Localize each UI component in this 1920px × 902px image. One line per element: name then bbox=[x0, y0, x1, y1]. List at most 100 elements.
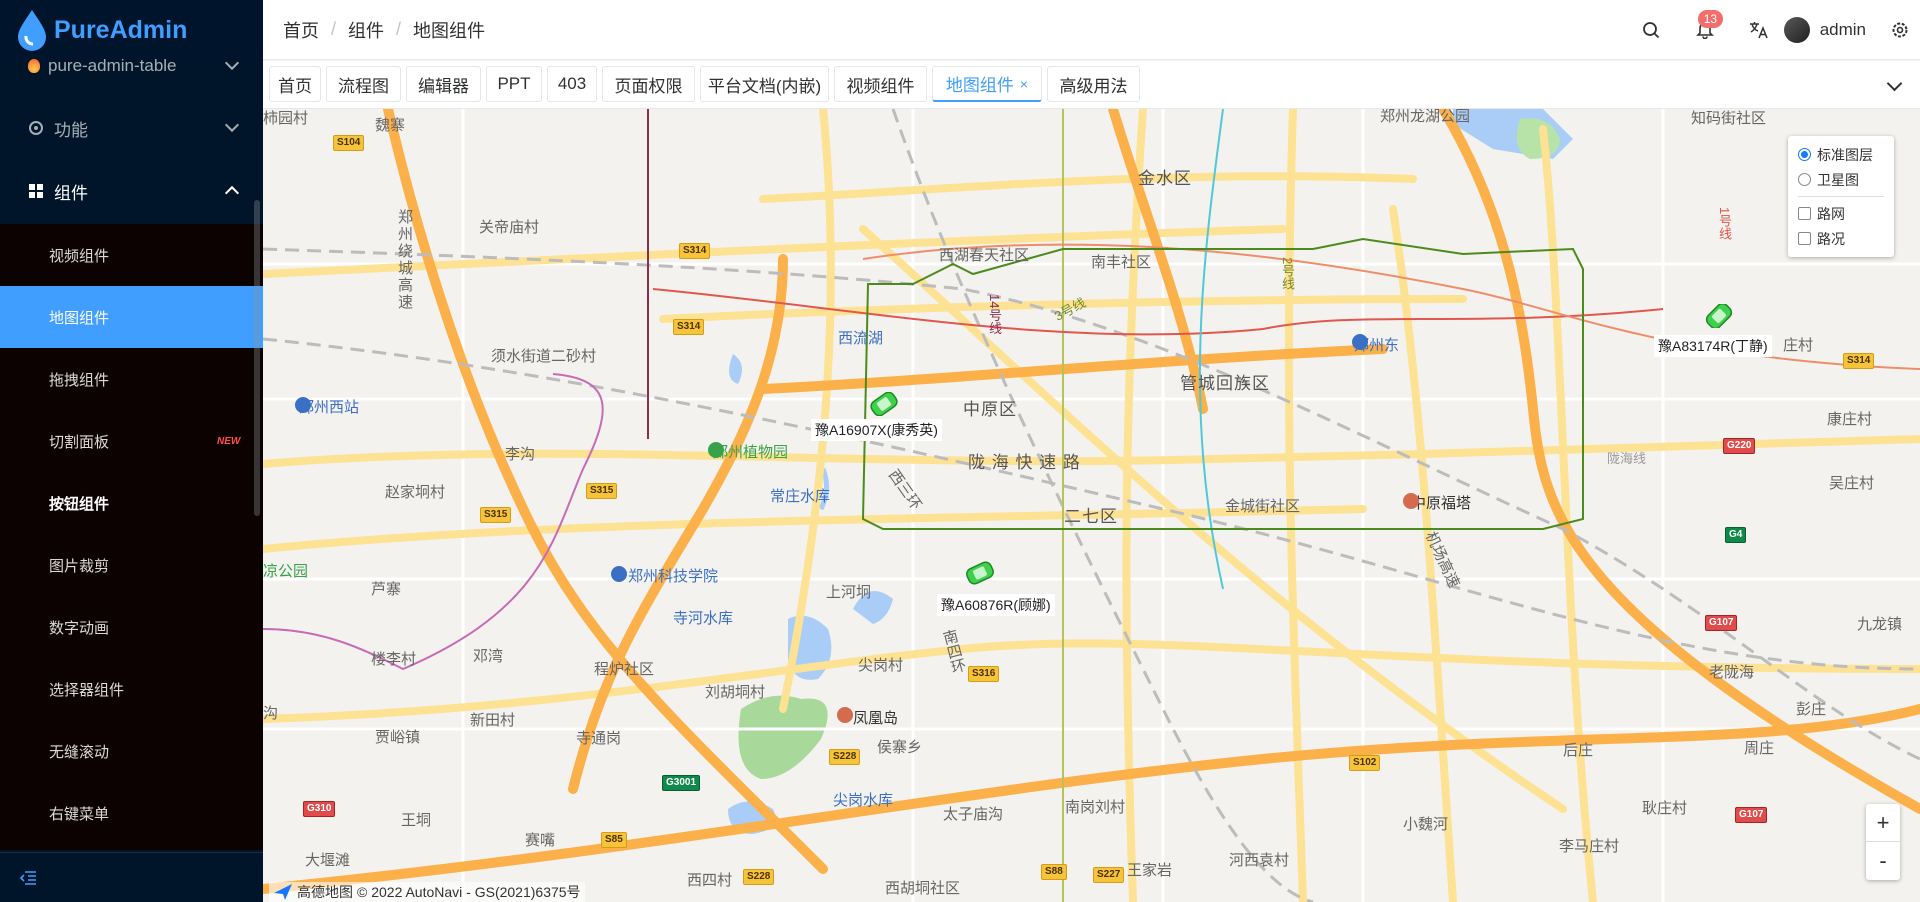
map-label: 尖岗村 bbox=[858, 657, 904, 674]
sidebar-item-label: 无缝滚动 bbox=[49, 743, 110, 761]
tab-label: 平台文档(内嵌) bbox=[707, 76, 822, 96]
map-label: 楼李村 bbox=[371, 651, 417, 668]
tab-ppt[interactable]: PPT bbox=[486, 66, 542, 102]
tab-permission[interactable]: 页面权限 bbox=[602, 66, 695, 102]
sidebar-item-count-to[interactable]: 数字动画 bbox=[0, 596, 263, 658]
sidebar-item-button[interactable]: 按钮组件 bbox=[0, 472, 263, 534]
layer-roadnet-checkbox[interactable]: 路网 bbox=[1798, 201, 1884, 226]
sidebar-item-cropper[interactable]: 图片裁剪 bbox=[0, 534, 263, 596]
map-label: 金水区 bbox=[1138, 169, 1192, 188]
sidebar-item-video[interactable]: 视频组件 bbox=[0, 224, 263, 286]
tab-advanced[interactable]: 高级用法 bbox=[1047, 66, 1140, 102]
map-label: 康庄村 bbox=[1827, 411, 1873, 428]
collapse-sidebar-button[interactable] bbox=[0, 852, 263, 902]
tab-403[interactable]: 403 bbox=[547, 66, 597, 102]
tab-flowchart[interactable]: 流程图 bbox=[326, 66, 401, 102]
car-label: 豫A16907X(康秀英) bbox=[811, 419, 942, 441]
gear-icon bbox=[1892, 22, 1908, 38]
sidebar-item-context-menu[interactable]: 右键菜单 bbox=[0, 782, 263, 844]
breadcrumb-components[interactable]: 组件 bbox=[348, 17, 384, 43]
road-shield: G220 bbox=[1723, 438, 1756, 454]
close-icon[interactable]: × bbox=[1020, 76, 1028, 92]
search-button[interactable] bbox=[1626, 0, 1676, 60]
road-shield: G310 bbox=[303, 801, 336, 817]
sidebar-item-label: 功能 bbox=[54, 120, 88, 140]
layer-satellite-radio[interactable]: 卫星图 bbox=[1798, 167, 1884, 192]
breadcrumb-home[interactable]: 首页 bbox=[283, 17, 319, 43]
map-label: 柿园村 bbox=[263, 110, 309, 127]
map-label: 须水街道二砂村 bbox=[491, 348, 597, 365]
notification-button[interactable]: 13 bbox=[1676, 0, 1734, 60]
map-label: 郑州绕城高速 bbox=[396, 209, 413, 311]
header: 首页 / 组件 / 地图组件 13 admin bbox=[263, 0, 1920, 60]
sidebar: PureAdmin pure-admin-table 功能 组件 视频组件 地图… bbox=[0, 0, 263, 902]
zoom-in-button[interactable]: + bbox=[1866, 804, 1900, 842]
sidebar-scrollbar[interactable] bbox=[254, 200, 260, 516]
user-dropdown[interactable]: admin bbox=[1783, 0, 1880, 60]
sidebar-item-components[interactable]: 组件 bbox=[0, 166, 263, 216]
sidebar-item-map[interactable]: 地图组件 bbox=[0, 286, 263, 348]
tab-editor[interactable]: 编辑器 bbox=[406, 66, 481, 102]
sidebar-item-label: 地图组件 bbox=[49, 309, 110, 327]
tab-docs-embed[interactable]: 平台文档(内嵌) bbox=[700, 66, 829, 102]
sidebar-item-features[interactable]: 功能 bbox=[0, 103, 263, 153]
map-label: 上河坰 bbox=[826, 584, 872, 601]
poi-pin-icon bbox=[708, 442, 724, 458]
sidebar-item-drag[interactable]: 拖拽组件 bbox=[0, 348, 263, 410]
chevron-up-icon bbox=[224, 185, 240, 201]
road-shield: S102 bbox=[1349, 755, 1381, 771]
car-marker-icon[interactable] bbox=[868, 392, 900, 416]
road-shield: S315 bbox=[586, 483, 618, 499]
breadcrumb-separator: / bbox=[396, 19, 402, 39]
car-marker-icon[interactable] bbox=[964, 561, 996, 585]
road-shield: G3001 bbox=[662, 775, 701, 791]
tab-label: 视频组件 bbox=[846, 76, 915, 96]
map-container[interactable]: 郑州龙湖公园 知码街社区 金水区 西湖春天社区 南丰社区 关帝庙村 西流湖 须水… bbox=[263, 109, 1920, 902]
map-label: 寺河水库 bbox=[673, 610, 734, 627]
map-label: 周庄 bbox=[1744, 740, 1775, 757]
copyright-text: © 2022 AutoNavi - GS(2021)6375号 bbox=[357, 884, 581, 900]
map-label: 南丰社区 bbox=[1091, 254, 1152, 271]
map-label: 贾峪镇 bbox=[375, 729, 421, 746]
map-label: 郑州植物园 bbox=[713, 444, 789, 461]
map-label: 太子庙沟 bbox=[943, 806, 1004, 823]
new-badge: NEW bbox=[217, 435, 241, 447]
settings-button[interactable] bbox=[1880, 0, 1920, 60]
map-label: 陇海线 bbox=[1607, 451, 1647, 466]
sidebar-item-label: 图片裁剪 bbox=[49, 557, 110, 575]
sidebar-item-selector[interactable]: 选择器组件 bbox=[0, 658, 263, 720]
tab-map[interactable]: 地图组件 × bbox=[932, 66, 1042, 102]
checkbox-icon bbox=[1798, 207, 1811, 220]
road-shield: S315 bbox=[480, 507, 512, 523]
tab-video[interactable]: 视频组件 bbox=[834, 66, 927, 102]
tab-home[interactable]: 首页 bbox=[269, 66, 321, 102]
sidebar-item-label: 切割面板 bbox=[49, 433, 110, 451]
map-label: 河西袁村 bbox=[1229, 852, 1290, 869]
map-label: 关帝庙村 bbox=[479, 219, 540, 236]
sidebar-item-seamless-scroll[interactable]: 无缝滚动 bbox=[0, 720, 263, 782]
layer-label: 标准图层 bbox=[1817, 146, 1873, 163]
map-label: 西湖春天社区 bbox=[939, 247, 1030, 264]
breadcrumb-separator: / bbox=[331, 19, 337, 39]
chevron-down-icon[interactable] bbox=[1886, 75, 1903, 92]
layer-label: 卫星图 bbox=[1817, 171, 1859, 188]
sidebar-item-pure-admin-table[interactable]: pure-admin-table bbox=[0, 50, 263, 82]
map-label: 邓湾 bbox=[473, 648, 504, 665]
translate-button[interactable] bbox=[1734, 0, 1784, 60]
road-shield: S88 bbox=[1041, 864, 1067, 880]
map-label: 管城回族区 bbox=[1180, 374, 1270, 393]
breadcrumb-current: 地图组件 bbox=[413, 20, 486, 41]
layer-traffic-checkbox[interactable]: 路况 bbox=[1798, 226, 1884, 251]
layer-standard-radio[interactable]: 标准图层 bbox=[1798, 142, 1884, 167]
map-label: 南岗刘村 bbox=[1065, 799, 1126, 816]
road-shield: S316 bbox=[968, 666, 1000, 682]
map-label: 陇 海 快 速 路 bbox=[968, 453, 1081, 472]
car-marker-icon[interactable] bbox=[1703, 304, 1735, 328]
zoom-out-button[interactable]: - bbox=[1866, 842, 1900, 880]
car-label: 豫A83174R(丁静) bbox=[1654, 335, 1772, 357]
map-label: 王家岩 bbox=[1127, 862, 1173, 879]
radio-icon bbox=[1798, 148, 1811, 161]
sidebar-item-split-pane[interactable]: 切割面板 NEW bbox=[0, 410, 263, 472]
map-copyright: 高德地图 © 2022 AutoNavi - GS(2021)6375号 bbox=[269, 882, 585, 902]
poi-pin-icon bbox=[1352, 334, 1368, 350]
